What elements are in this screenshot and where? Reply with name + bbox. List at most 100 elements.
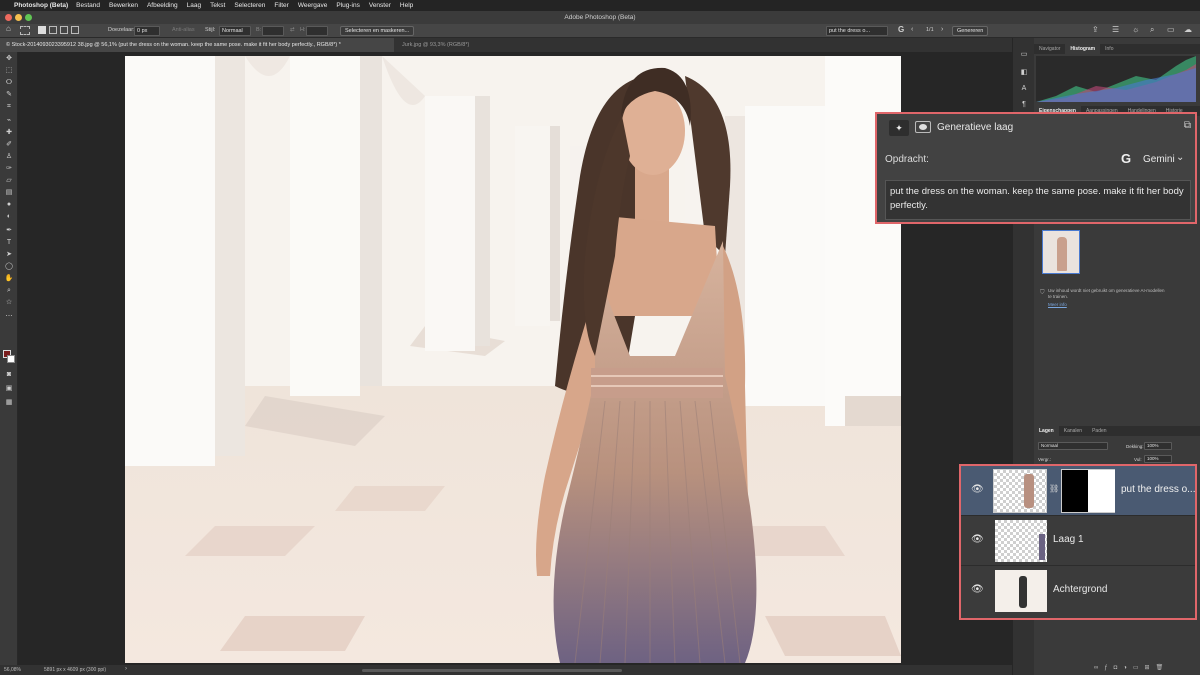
layer-name[interactable]: put the dress o... <box>1121 484 1196 495</box>
blur-tool-icon[interactable]: ● <box>4 200 14 210</box>
crop-tool-icon[interactable]: ⌗ <box>4 102 14 112</box>
adjustment-icon[interactable]: ◑ <box>1123 665 1133 671</box>
character-panel-icon[interactable]: A <box>1019 84 1029 94</box>
generative-sparkle-icon[interactable]: ✦ <box>889 120 909 136</box>
share-icon[interactable]: ⇪ <box>1092 25 1099 34</box>
eraser-tool-icon[interactable]: ▱ <box>4 176 14 186</box>
layer-row-laag1[interactable]: 👁 Laag 1 <box>961 516 1195 566</box>
comment-icon[interactable]: ☰ <box>1112 25 1119 34</box>
menu-weergave[interactable]: Weergave <box>298 2 328 9</box>
eye-icon[interactable]: 👁 <box>971 584 984 595</box>
generate-prompt-input[interactable]: put the dress o... <box>826 26 888 36</box>
zoom-tool-icon[interactable]: ⌕ <box>4 286 14 296</box>
add-selection-icon[interactable] <box>49 26 57 34</box>
chevron-down-icon[interactable]: ⌄ <box>1176 152 1184 163</box>
hand-tool-icon[interactable]: ✋ <box>4 274 14 284</box>
height-input[interactable] <box>306 26 328 36</box>
paragraph-panel-icon[interactable]: ¶ <box>1019 100 1029 110</box>
tab-paden[interactable]: Paden <box>1087 426 1111 436</box>
menu-help[interactable]: Help <box>400 2 413 9</box>
expand-panel-icon[interactable]: ⧉ <box>1184 120 1191 131</box>
subtract-selection-icon[interactable] <box>60 26 68 34</box>
model-select[interactable]: Gemini <box>1143 154 1175 165</box>
menu-laag[interactable]: Laag <box>187 2 201 9</box>
type-tool-icon[interactable]: T <box>4 238 14 248</box>
antialias-checkbox[interactable]: Anti-alias <box>172 27 195 33</box>
layer-row-generative[interactable]: 👁 ⛓ put the dress o... <box>961 466 1196 516</box>
color-panel-icon[interactable]: ◧ <box>1019 68 1029 78</box>
marquee-tool-icon[interactable]: ⬚ <box>4 66 14 76</box>
layer-mask-thumbnail[interactable] <box>1061 469 1115 513</box>
screen-mode-icon[interactable]: ▣ <box>4 384 14 394</box>
quick-select-tool-icon[interactable]: ✎ <box>4 90 14 100</box>
more-tools-icon[interactable]: ⋯ <box>4 312 14 322</box>
prompt-textarea[interactable]: put the dress on the woman. keep the sam… <box>885 180 1191 220</box>
gemini-google-icon[interactable]: G <box>1121 151 1131 166</box>
menu-selecteren[interactable]: Selecteren <box>234 2 265 9</box>
reference-image-thumbnail[interactable] <box>1042 230 1080 274</box>
google-icon[interactable]: G <box>898 25 904 34</box>
layer-name[interactable]: Laag 1 <box>1053 534 1084 545</box>
healing-tool-icon[interactable]: ✚ <box>4 128 14 138</box>
new-layer-icon[interactable]: ⊞ <box>1145 665 1156 671</box>
status-arrow-icon[interactable]: › <box>125 666 127 672</box>
comments-panel-icon[interactable]: ▭ <box>1019 50 1029 60</box>
width-input[interactable] <box>262 26 284 36</box>
eye-icon[interactable]: 👁 <box>971 484 984 495</box>
layer-name[interactable]: Achtergrond <box>1053 584 1107 595</box>
move-tool-icon[interactable]: ✥ <box>4 54 14 64</box>
lasso-tool-icon[interactable]: ⵔ <box>4 78 14 88</box>
feather-input[interactable]: 0 px <box>134 26 160 36</box>
new-selection-icon[interactable] <box>38 26 46 34</box>
history-brush-icon[interactable]: ✑ <box>4 164 14 174</box>
menu-tekst[interactable]: Tekst <box>210 2 225 9</box>
generate-button[interactable]: Genereren <box>952 26 989 36</box>
menu-afbeelding[interactable]: Afbeelding <box>147 2 178 9</box>
link-icon[interactable]: ⛓ <box>1049 484 1059 493</box>
path-select-tool-icon[interactable]: ➤ <box>4 250 14 260</box>
horizontal-scrollbar[interactable] <box>362 669 622 672</box>
link-layers-icon[interactable]: ∞ <box>1094 665 1104 671</box>
eye-icon[interactable]: 👁 <box>971 534 984 545</box>
intersect-selection-icon[interactable] <box>71 26 79 34</box>
tab-jurk[interactable]: Jurk.jpg @ 93,3% (RGB/8*) <box>396 38 516 52</box>
gradient-tool-icon[interactable]: ▤ <box>4 188 14 198</box>
group-icon[interactable]: ▭ <box>1133 665 1145 671</box>
marquee-tool-icon[interactable] <box>20 26 30 35</box>
minimize-window-icon[interactable] <box>15 14 22 21</box>
fx-icon[interactable]: ƒ <box>1104 665 1113 671</box>
style-select[interactable]: Normaal <box>219 26 251 36</box>
pen-tool-icon[interactable]: ✒ <box>4 226 14 236</box>
search-icon[interactable]: ⌕ <box>1150 25 1154 35</box>
tab-info[interactable]: Info <box>1100 44 1118 54</box>
ellipse-tool-icon[interactable]: ◯ <box>4 262 14 272</box>
quick-mask-icon[interactable]: ◙ <box>4 370 14 380</box>
tab-lagen[interactable]: Lagen <box>1034 426 1059 436</box>
dodge-tool-icon[interactable]: ◐ <box>4 212 14 222</box>
zoom-window-icon[interactable] <box>25 14 32 21</box>
trash-icon[interactable]: 🗑 <box>1156 665 1170 671</box>
tab-kanalen[interactable]: Kanalen <box>1059 426 1087 436</box>
add-mask-icon[interactable]: ◘ <box>1114 665 1124 671</box>
canvas-area[interactable] <box>18 52 1012 665</box>
edit-toolbar-icon[interactable]: ▦ <box>4 398 14 408</box>
favorites-icon[interactable]: ☆ <box>4 298 14 308</box>
stamp-tool-icon[interactable]: ♙ <box>4 152 14 162</box>
prev-variation-icon[interactable]: ‹ <box>911 26 913 33</box>
menu-bewerken[interactable]: Bewerken <box>109 2 138 9</box>
next-variation-icon[interactable]: › <box>941 26 943 33</box>
select-and-mask-button[interactable]: Selecteren en maskeren... <box>340 26 415 36</box>
zoom-level[interactable]: 56,08% <box>4 667 21 673</box>
menu-bestand[interactable]: Bestand <box>76 2 100 9</box>
document-info[interactable]: 5891 px x 4609 px (300 ppi) <box>44 667 106 673</box>
workspace-icon[interactable]: ▭ <box>1167 25 1175 34</box>
background-color-swatch[interactable] <box>7 355 15 363</box>
menu-app-name[interactable]: Photoshop (Beta) <box>14 2 68 9</box>
close-window-icon[interactable] <box>5 14 12 21</box>
tab-histogram[interactable]: Histogram <box>1065 44 1101 54</box>
more-info-link[interactable]: Meer info <box>1048 302 1067 307</box>
tab-navigator[interactable]: Navigator <box>1034 44 1065 54</box>
swap-icon[interactable]: ⇄ <box>290 27 295 33</box>
menu-venster[interactable]: Venster <box>369 2 391 9</box>
home-icon[interactable]: ⌂ <box>6 24 11 33</box>
